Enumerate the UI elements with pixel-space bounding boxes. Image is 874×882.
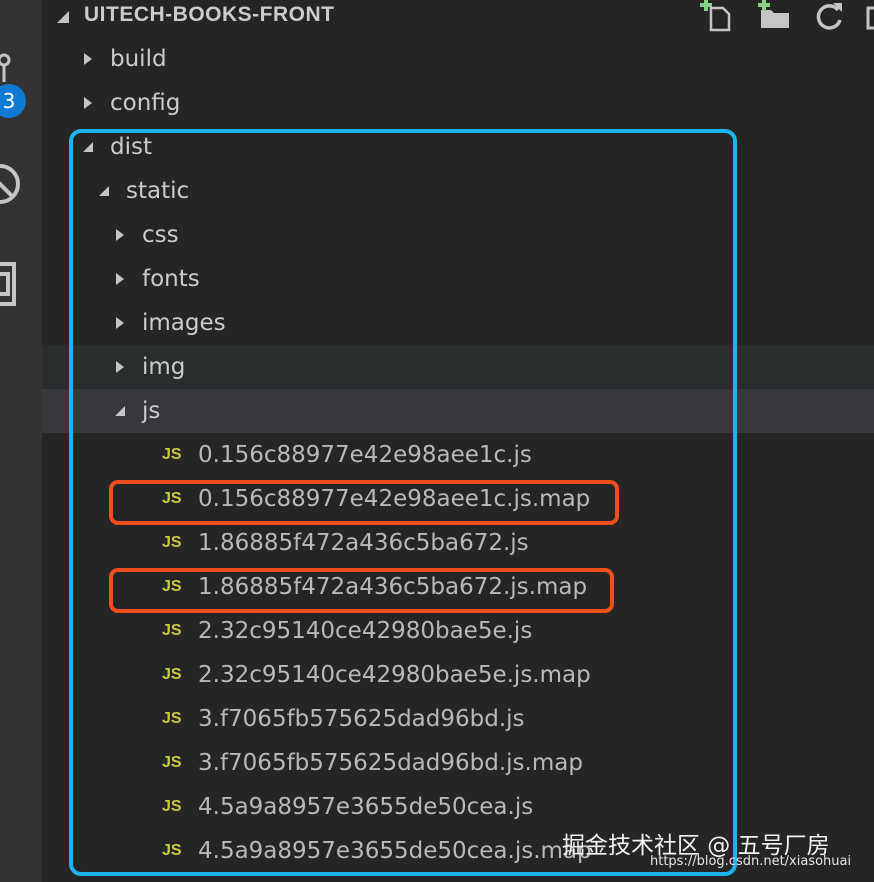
activity-bar: 3 xyxy=(0,0,42,882)
collapse-all-icon[interactable] xyxy=(862,0,874,32)
refresh-icon[interactable] xyxy=(812,0,848,32)
tree-item-label: build xyxy=(110,46,167,72)
watermark-url: https://blog.csdn.net/xiasohuai xyxy=(650,854,852,869)
source-control-badge: 3 xyxy=(0,84,26,118)
no-bug-debug-icon[interactable] xyxy=(0,156,22,212)
chevron-right-icon[interactable] xyxy=(82,97,94,109)
extensions-icon[interactable] xyxy=(0,262,18,308)
explorer-header[interactable]: UITECH-BOOKS-FRONT xyxy=(42,0,874,34)
chevron-down-icon[interactable] xyxy=(56,10,70,24)
tree-folder-item[interactable]: config xyxy=(42,81,874,125)
chevron-right-icon[interactable] xyxy=(82,53,94,65)
new-file-icon[interactable] xyxy=(699,0,735,32)
tree-folder-item[interactable]: build xyxy=(42,37,874,81)
annotation-box-map-1 xyxy=(109,480,619,525)
source-control-icon[interactable] xyxy=(0,52,20,86)
annotation-box-map-2 xyxy=(109,568,614,613)
new-folder-icon[interactable] xyxy=(757,0,793,32)
explorer-title: UITECH-BOOKS-FRONT xyxy=(84,3,335,26)
tree-item-label: config xyxy=(110,90,181,116)
